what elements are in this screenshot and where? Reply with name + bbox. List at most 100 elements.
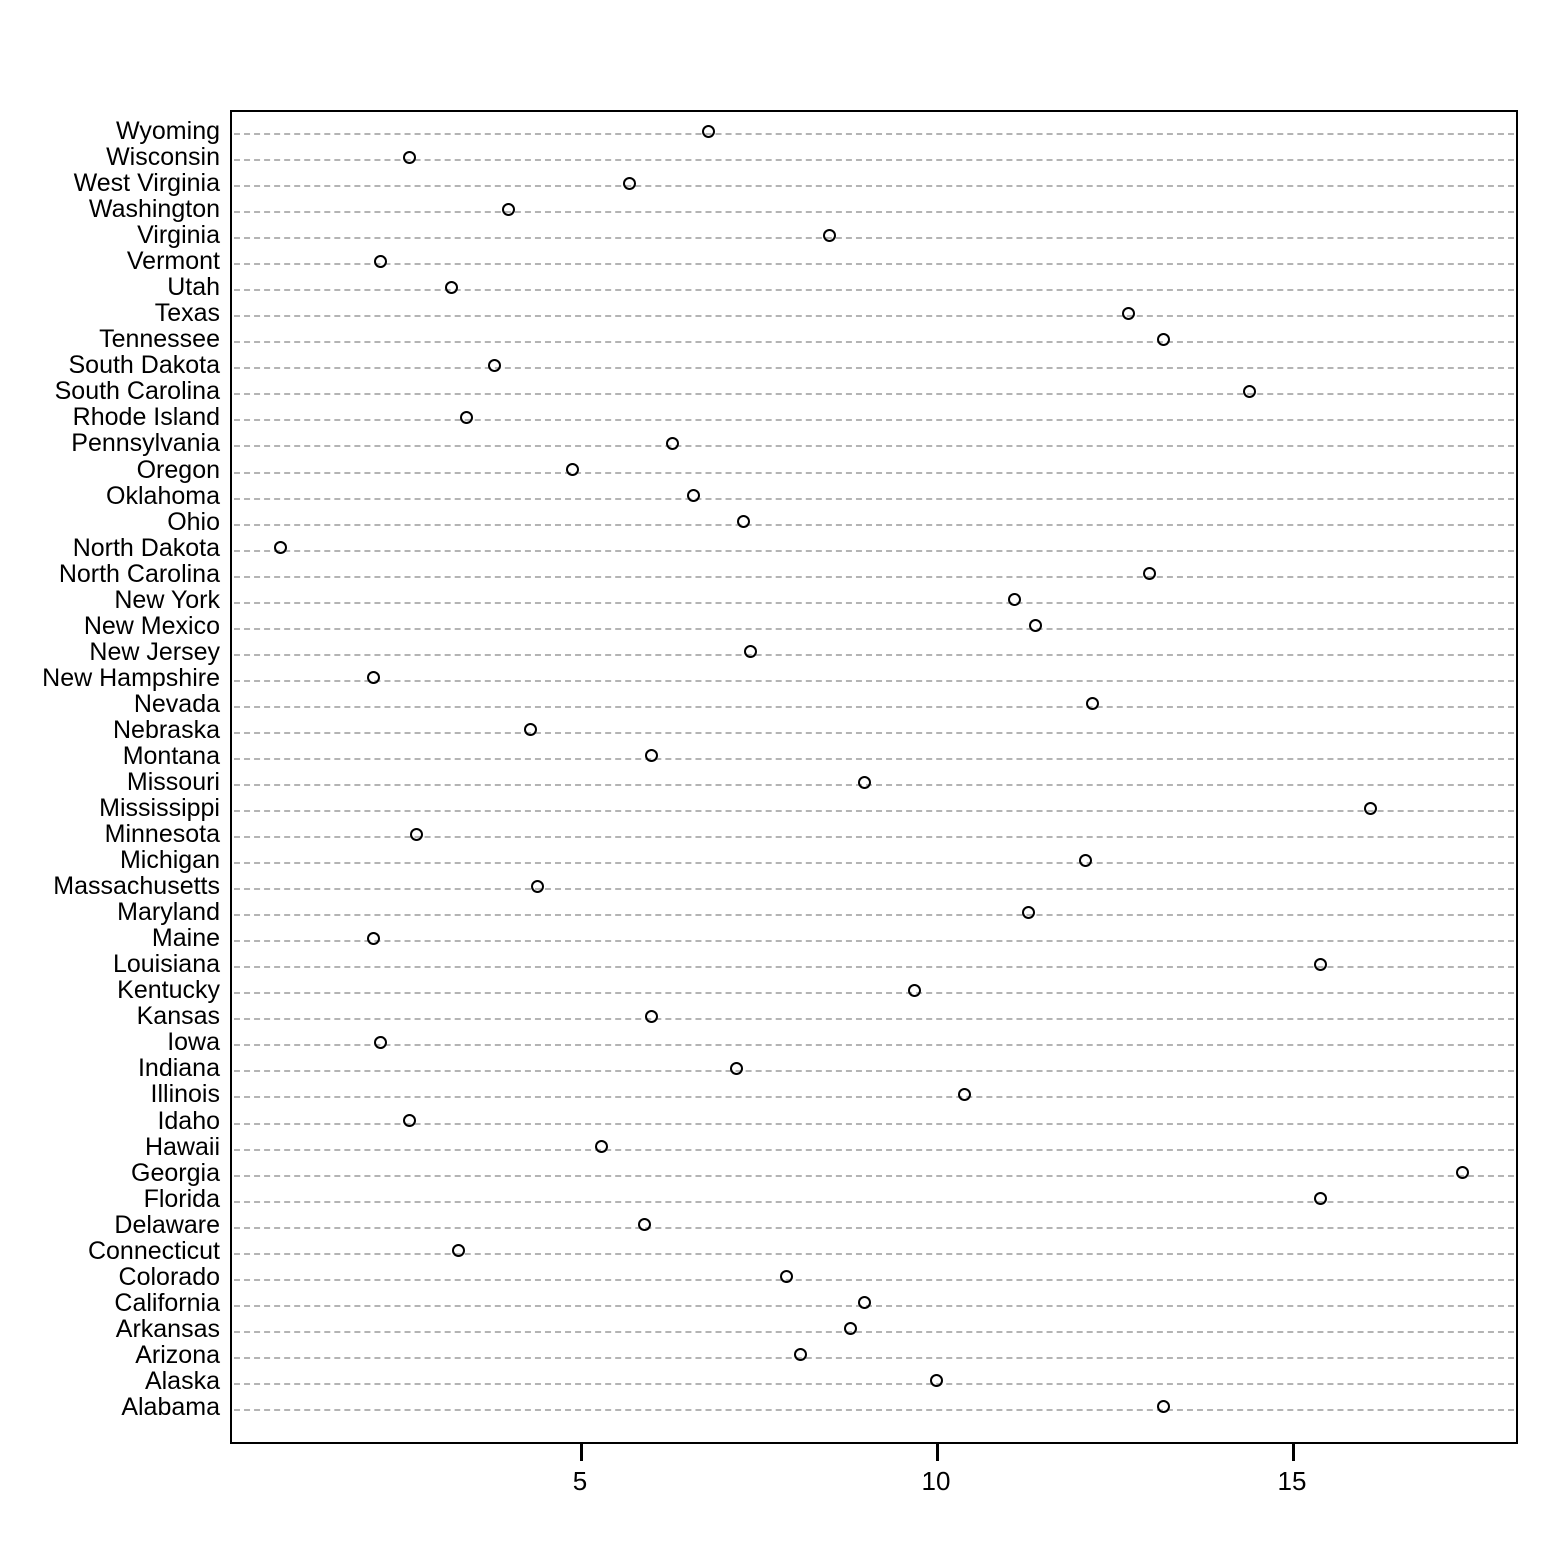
category-label: New York xyxy=(114,585,220,614)
category-label: Utah xyxy=(167,273,220,302)
data-point xyxy=(644,1009,658,1023)
category-label: Oregon xyxy=(136,455,220,484)
gridline xyxy=(234,627,1514,630)
gridline xyxy=(234,940,1514,943)
data-point xyxy=(1007,593,1021,607)
data-point xyxy=(459,410,473,424)
data-point xyxy=(445,280,459,294)
data-point xyxy=(488,358,502,372)
gridline xyxy=(234,888,1514,891)
data-point xyxy=(502,202,516,216)
gridline xyxy=(234,1044,1514,1047)
data-point xyxy=(929,1374,943,1388)
category-label: Iowa xyxy=(167,1028,220,1057)
gridline xyxy=(234,263,1514,266)
gridline xyxy=(234,1122,1514,1125)
data-point xyxy=(409,827,423,841)
category-label: Rhode Island xyxy=(72,403,220,432)
gridline xyxy=(234,914,1514,917)
gridline xyxy=(234,992,1514,995)
x-tick-label: 10 xyxy=(921,1466,951,1496)
category-label: West Virginia xyxy=(73,169,220,198)
gridline xyxy=(234,341,1514,344)
category-label: Massachusetts xyxy=(53,872,220,901)
category-label: Hawaii xyxy=(144,1132,220,1161)
gridline xyxy=(234,1330,1514,1333)
data-point xyxy=(530,879,544,893)
data-point xyxy=(374,254,388,268)
category-label: Kentucky xyxy=(117,976,220,1005)
category-label: Alabama xyxy=(121,1392,220,1421)
data-point xyxy=(858,775,872,789)
data-point xyxy=(523,723,537,737)
category-label: Tennessee xyxy=(99,325,220,354)
category-label: California xyxy=(114,1288,220,1317)
category-label: Arizona xyxy=(135,1340,220,1369)
x-tick-label: 15 xyxy=(1277,1466,1307,1496)
gridline xyxy=(234,1252,1514,1255)
data-point xyxy=(1022,905,1036,919)
gridline xyxy=(234,810,1514,813)
data-point xyxy=(1313,1192,1327,1206)
gridline xyxy=(234,784,1514,786)
category-label: Oklahoma xyxy=(106,481,220,510)
gridline xyxy=(234,1278,1514,1281)
category-label: South Dakota xyxy=(68,351,221,380)
x-tick-mark xyxy=(580,1444,583,1461)
gridline xyxy=(234,1174,1514,1177)
data-point xyxy=(1242,384,1256,398)
data-point xyxy=(701,124,715,138)
gridline xyxy=(234,133,1514,135)
category-label: Missouri xyxy=(126,768,220,796)
category-label: Nebraska xyxy=(113,715,220,744)
category-label: South Carolina xyxy=(54,377,220,406)
category-label: Wyoming xyxy=(116,117,220,145)
category-label: Washington xyxy=(88,195,220,224)
gridline xyxy=(234,185,1514,188)
category-label: Ohio xyxy=(167,507,220,536)
category-label: Alaska xyxy=(144,1366,220,1395)
category-label: Minnesota xyxy=(104,820,220,849)
category-label: Pennsylvania xyxy=(71,429,220,458)
gridline xyxy=(234,836,1514,839)
category-label: Vermont xyxy=(126,247,220,276)
category-label: Idaho xyxy=(157,1106,220,1135)
gridline xyxy=(234,1304,1514,1307)
data-point xyxy=(402,1114,416,1128)
data-point xyxy=(1079,853,1093,867)
category-label: New Jersey xyxy=(89,637,220,666)
gridline xyxy=(234,1382,1514,1385)
gridline xyxy=(234,471,1514,474)
gridline xyxy=(234,445,1514,448)
category-label: North Carolina xyxy=(58,559,220,588)
data-point xyxy=(666,436,680,450)
category-label: Arkansas xyxy=(115,1314,220,1343)
data-point xyxy=(594,1140,608,1154)
gridline xyxy=(234,1018,1514,1021)
gridline xyxy=(234,679,1514,682)
gridline xyxy=(234,757,1514,760)
data-point xyxy=(822,228,836,242)
category-label: New Mexico xyxy=(83,611,220,640)
category-label: Illinois xyxy=(150,1080,220,1109)
gridline xyxy=(234,159,1514,162)
category-label: Colorado xyxy=(118,1262,220,1291)
category-label: Montana xyxy=(122,741,220,770)
gridline xyxy=(234,549,1514,552)
data-point xyxy=(1363,801,1377,815)
gridline xyxy=(234,705,1514,708)
category-label: Nevada xyxy=(133,689,220,718)
category-label: Texas xyxy=(154,299,220,328)
gridline xyxy=(234,653,1514,656)
category-label: Louisiana xyxy=(112,950,220,979)
gridline xyxy=(234,237,1514,240)
data-point xyxy=(908,983,922,997)
gridline xyxy=(234,862,1514,865)
gridline xyxy=(234,601,1514,604)
gridline xyxy=(234,1070,1514,1073)
gridline xyxy=(234,731,1514,734)
data-point xyxy=(637,1218,651,1232)
category-label: New Hampshire xyxy=(42,663,220,692)
gridline xyxy=(234,523,1514,526)
gridline xyxy=(234,1226,1514,1229)
